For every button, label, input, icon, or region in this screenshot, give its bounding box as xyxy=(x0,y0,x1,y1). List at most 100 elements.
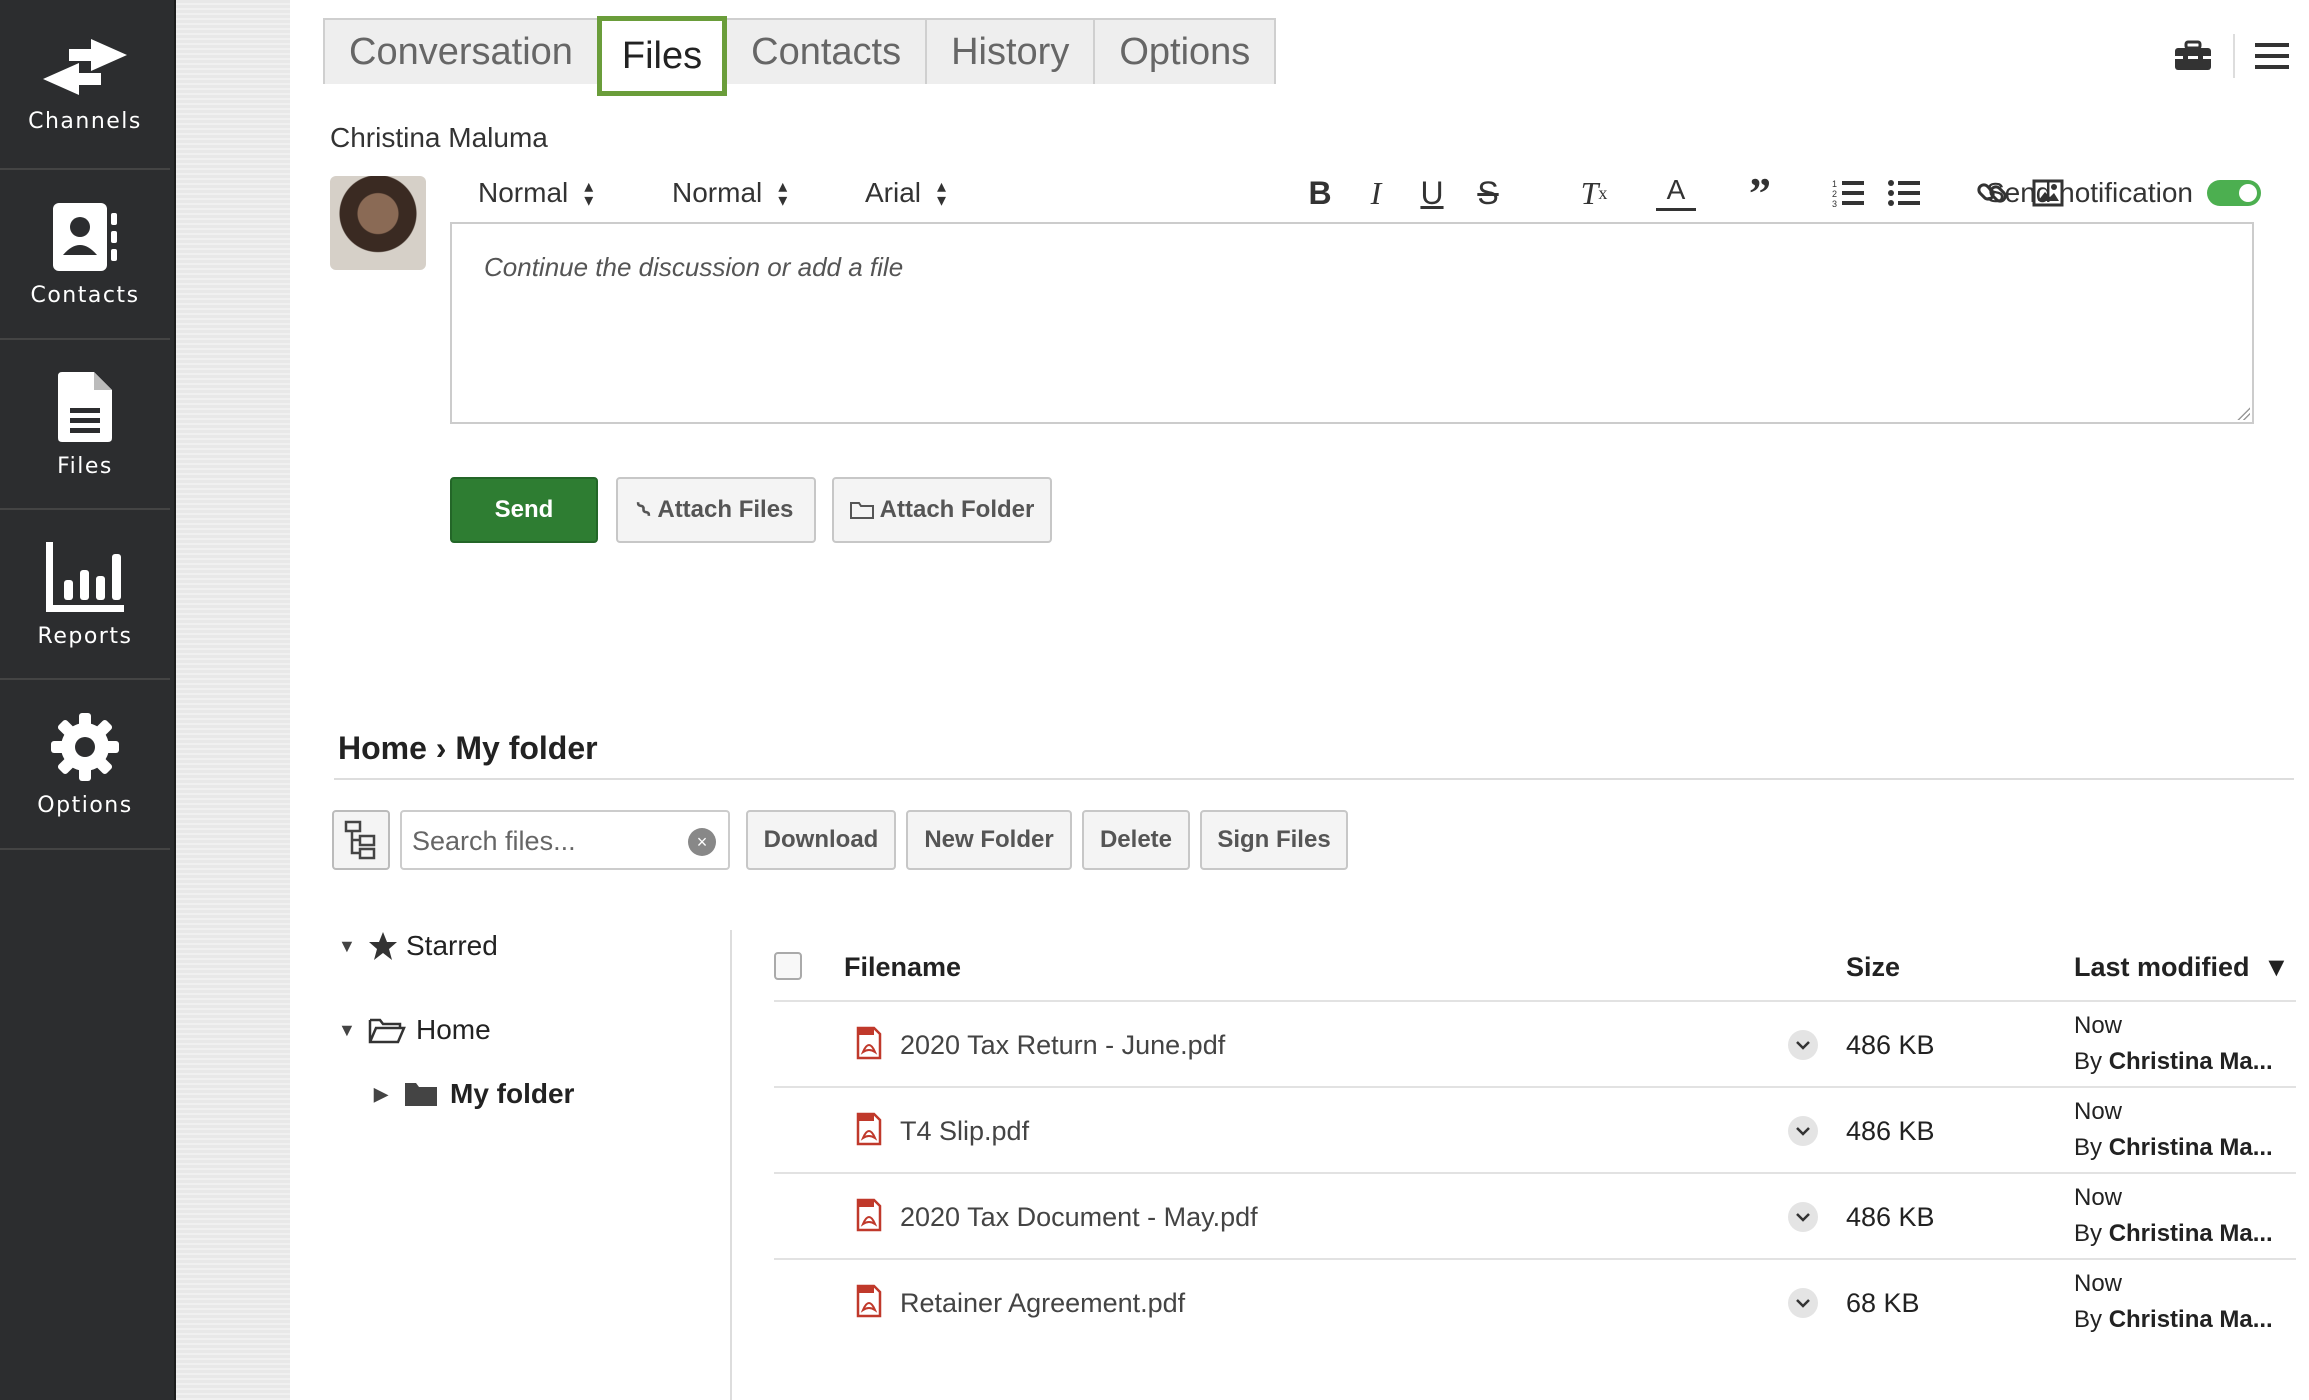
attach-folder-button[interactable]: Attach Folder xyxy=(832,477,1052,543)
modified-by-prefix: By xyxy=(2074,1306,2103,1333)
modified-by-prefix: By xyxy=(2074,1048,2103,1075)
sidebar-item-options[interactable]: Options xyxy=(0,680,170,850)
sidebar-item-reports[interactable]: Reports xyxy=(0,510,170,680)
table-row[interactable]: T4 Slip.pdf 486 KB Now By Christina Ma..… xyxy=(774,1086,2296,1174)
sidebar-item-label: Contacts xyxy=(30,282,140,308)
editor-placeholder: Continue the discussion or add a file xyxy=(484,252,904,282)
header-select-value: Normal xyxy=(478,177,569,208)
tree-toggle-button[interactable] xyxy=(332,810,390,870)
file-name[interactable]: T4 Slip.pdf xyxy=(900,1116,1029,1147)
column-header-last-modified[interactable]: Last modified ▼ xyxy=(2074,952,2290,983)
tree-icon xyxy=(344,820,376,860)
select-all-checkbox[interactable] xyxy=(774,952,802,980)
bullet-list-icon[interactable] xyxy=(1888,172,1920,214)
clear-format-icon[interactable]: Tx xyxy=(1572,172,1616,214)
divider xyxy=(730,930,732,1400)
table-row[interactable]: Retainer Agreement.pdf 68 KB Now By Chri… xyxy=(774,1258,2296,1346)
file-name[interactable]: 2020 Tax Return - June.pdf xyxy=(900,1030,1225,1061)
attach-files-button[interactable]: ⌇ Attach Files xyxy=(616,477,816,543)
table-row[interactable]: 2020 Tax Return - June.pdf 486 KB Now By… xyxy=(774,1000,2296,1088)
tree-node-label: Home xyxy=(416,1014,491,1045)
svg-text:1: 1 xyxy=(1832,179,1837,189)
column-header-label: Last modified xyxy=(2074,952,2250,982)
bold-icon[interactable]: B xyxy=(1300,172,1340,214)
tab-options[interactable]: Options xyxy=(1093,18,1277,84)
resize-handle-icon[interactable] xyxy=(2234,404,2250,420)
tab-contacts[interactable]: Contacts xyxy=(725,18,928,84)
select-arrows-icon: ▴ ▾ xyxy=(937,175,947,210)
caret-down-icon[interactable]: ▼ xyxy=(338,936,368,957)
sign-files-button[interactable]: Sign Files xyxy=(1200,810,1348,870)
toolbox-icon[interactable] xyxy=(2173,40,2213,72)
modified-time: Now xyxy=(2074,1098,2123,1125)
select-arrows-icon: ▴ ▾ xyxy=(778,175,788,210)
svg-text:3: 3 xyxy=(1832,199,1837,209)
sidebar-item-channels[interactable]: Channels xyxy=(0,0,170,170)
file-size: 486 KB xyxy=(1846,1030,1935,1060)
sidebar-item-label: Options xyxy=(37,792,133,818)
clear-search-icon[interactable]: × xyxy=(688,828,716,856)
send-notification-toggle[interactable] xyxy=(2207,180,2261,206)
caret-down-icon[interactable]: ▼ xyxy=(338,1020,368,1041)
folder-outline-icon xyxy=(849,502,874,519)
file-size: 68 KB xyxy=(1846,1288,1920,1318)
star-icon xyxy=(369,932,397,960)
folder-open-icon xyxy=(368,1018,406,1044)
tab-conversation[interactable]: Conversation xyxy=(323,18,599,84)
breadcrumb-home[interactable]: Home xyxy=(338,730,427,766)
sidebar-nav: Channels Contacts Files Reports Options xyxy=(0,0,176,1400)
ordered-list-icon[interactable]: 1 2 3 xyxy=(1832,172,1864,214)
header-select[interactable]: Normal ▴ ▾ xyxy=(478,172,593,214)
sidebar-item-contacts[interactable]: Contacts xyxy=(0,170,170,340)
main-panel: Conversation Files Contacts History Opti… xyxy=(290,0,2309,1400)
caret-right-icon[interactable]: ▶ xyxy=(374,1084,404,1105)
new-folder-button[interactable]: New Folder xyxy=(906,810,1072,870)
send-button[interactable]: Send xyxy=(450,477,598,543)
tree-node-starred[interactable]: ▼ Starred xyxy=(338,930,498,962)
file-name[interactable]: 2020 Tax Document - May.pdf xyxy=(900,1202,1258,1233)
search-input[interactable]: Search files... × xyxy=(400,810,730,870)
menu-icon[interactable] xyxy=(2255,41,2289,71)
file-name[interactable]: Retainer Agreement.pdf xyxy=(900,1288,1185,1319)
download-button[interactable]: Download xyxy=(746,810,896,870)
contact-card-icon xyxy=(53,202,117,271)
attach-folder-label: Attach Folder xyxy=(879,496,1035,523)
chevron-down-icon[interactable] xyxy=(1788,1030,1818,1060)
text-color-icon[interactable]: A xyxy=(1656,172,1696,211)
modified-time: Now xyxy=(2074,1184,2123,1211)
breadcrumb: Home › My folder xyxy=(338,730,598,767)
document-icon xyxy=(58,371,112,442)
sidebar-item-files[interactable]: Files xyxy=(0,340,170,510)
attach-files-label: Attach Files xyxy=(657,496,794,523)
font-select-value: Arial xyxy=(865,177,922,208)
column-header-filename[interactable]: Filename xyxy=(844,952,961,983)
pdf-file-icon xyxy=(856,1026,882,1060)
modified-time: Now xyxy=(2074,1012,2123,1039)
pdf-file-icon xyxy=(856,1198,882,1232)
tab-files[interactable]: Files xyxy=(596,16,728,96)
chevron-down-icon[interactable] xyxy=(1788,1202,1818,1232)
strikethrough-icon[interactable]: S xyxy=(1468,172,1508,214)
font-select[interactable]: Arial ▴ ▾ xyxy=(865,172,946,214)
tab-history[interactable]: History xyxy=(925,18,1096,84)
tree-node-my-folder[interactable]: ▶ My folder xyxy=(374,1078,574,1110)
message-editor[interactable]: Continue the discussion or add a file xyxy=(450,222,2254,424)
file-toolbar: Search files... × Download New Folder De… xyxy=(332,810,1532,870)
modified-by: By Christina Ma... xyxy=(2074,1048,2273,1076)
underline-icon[interactable]: U xyxy=(1412,172,1452,214)
select-arrows-icon: ▴ ▾ xyxy=(584,175,594,210)
italic-icon[interactable]: I xyxy=(1356,172,1396,214)
blockquote-icon[interactable]: ” xyxy=(1740,169,1780,218)
column-header-size[interactable]: Size xyxy=(1846,952,1900,983)
size-select[interactable]: Normal ▴ ▾ xyxy=(672,172,787,214)
tree-node-home[interactable]: ▼ Home xyxy=(338,1014,491,1046)
file-size: 486 KB xyxy=(1846,1116,1935,1146)
modified-by-user: Christina Ma... xyxy=(2108,1306,2273,1333)
folder-icon xyxy=(405,1083,437,1106)
chevron-down-icon[interactable] xyxy=(1788,1288,1818,1318)
search-placeholder: Search files... xyxy=(412,826,576,856)
tab-bar: Conversation Files Contacts History Opti… xyxy=(323,16,1277,96)
table-row[interactable]: 2020 Tax Document - May.pdf 486 KB Now B… xyxy=(774,1172,2296,1260)
delete-button[interactable]: Delete xyxy=(1082,810,1190,870)
chevron-down-icon[interactable] xyxy=(1788,1116,1818,1146)
